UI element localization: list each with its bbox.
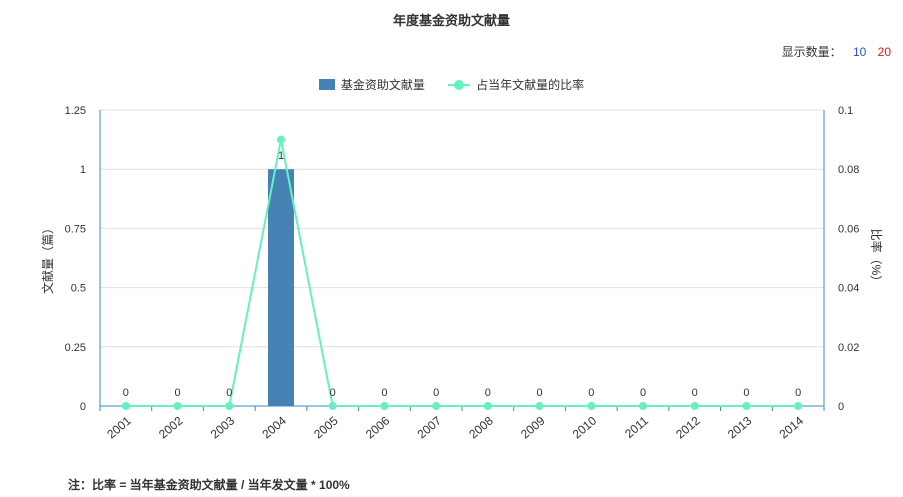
x-tick-label: 2012 [673, 413, 703, 441]
y-tick-label: 1 [80, 164, 86, 176]
ratio-point-2012 [690, 402, 699, 410]
y2-axis-title: 比率（%） [869, 229, 884, 288]
x-tick-label: 2013 [725, 413, 755, 441]
x-tick-label: 2011 [622, 413, 651, 441]
ratio-point-2005 [328, 402, 337, 410]
y2-tick-label: 0.02 [838, 342, 859, 354]
x-tick-label: 2007 [415, 413, 445, 441]
ratio-point-2003 [225, 402, 234, 410]
ratio-point-2008 [483, 402, 492, 410]
bar-data-label: 0 [123, 387, 129, 399]
bar-data-label: 0 [330, 387, 336, 399]
ratio-point-2010 [587, 402, 596, 410]
x-tick-label: 2002 [156, 413, 186, 441]
bar-data-label: 0 [485, 387, 491, 399]
ratio-line [125, 139, 799, 407]
x-tick-label: 2005 [311, 413, 341, 441]
ratio-point-2004 [277, 135, 285, 144]
ratio-point-2001 [121, 402, 130, 410]
y2-tick-label: 0.08 [838, 164, 859, 176]
ratio-point-2013 [742, 402, 751, 410]
x-tick-label: 2003 [208, 413, 238, 441]
x-tick-label: 2014 [777, 413, 807, 441]
y2-tick-label: 0.06 [838, 223, 859, 235]
bar-data-label: 0 [537, 387, 543, 399]
bar-data-label: 0 [433, 387, 439, 399]
bar-data-label: 0 [381, 387, 387, 399]
y2-tick-label: 0.1 [838, 105, 853, 117]
ratio-point-2002 [173, 402, 182, 410]
bar-data-label: 0 [588, 387, 594, 399]
chart-plot: 0 0.25 0.5 0.75 1 1.25 0 0.02 0.04 0.06 0.08 0.1 文献量… [40, 105, 884, 441]
y-tick-label: 0 [80, 401, 86, 413]
x-tick-label: 2004 [259, 413, 289, 441]
bar-data-label: 1 [278, 150, 284, 162]
y-axis-title: 文献量（篇） [40, 222, 55, 294]
x-tick-label: 2001 [104, 413, 134, 441]
ratio-point-2014 [794, 402, 803, 410]
x-tick-label: 2008 [466, 413, 496, 441]
ratio-point-2006 [380, 402, 389, 410]
bar-data-label: 0 [175, 387, 181, 399]
ratio-point-2011 [639, 402, 647, 410]
bar-data-label: 0 [226, 387, 232, 399]
y-tick-label: 1.25 [65, 105, 86, 117]
y2-tick-label: 0 [838, 401, 844, 413]
y-tick-label: 0.25 [65, 342, 86, 354]
x-tick-label: 2006 [363, 413, 393, 441]
x-tick-label: 2010 [570, 413, 600, 441]
bar-data-label: 0 [743, 387, 749, 399]
y-tick-label: 0.75 [65, 223, 86, 235]
y2-tick-label: 0.04 [838, 283, 859, 295]
ratio-point-2007 [432, 402, 441, 410]
x-tick-label: 2009 [518, 413, 548, 441]
ratio-point-2009 [535, 402, 544, 410]
footnote: 注：比率 = 当年基金资助文献量 / 当年发文量 * 100% [68, 478, 350, 492]
bar-data-label: 0 [795, 387, 801, 399]
y-tick-label: 0.5 [71, 283, 86, 295]
bar-2004 [268, 169, 294, 406]
bar-data-label: 0 [692, 387, 698, 399]
bar-data-label: 0 [640, 387, 646, 399]
